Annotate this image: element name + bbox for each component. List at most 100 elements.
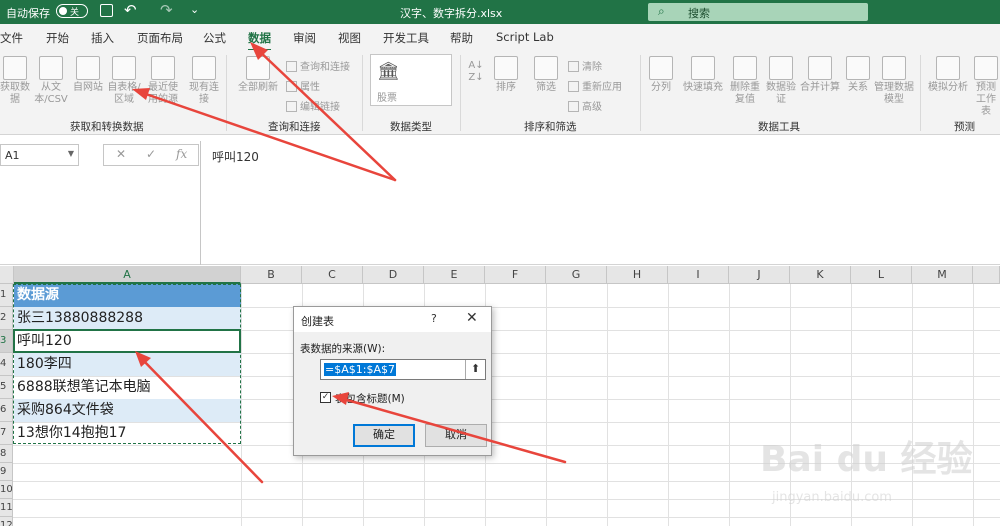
column-header-h[interactable]: H [607,266,668,284]
help-icon[interactable]: ? [431,312,437,325]
tab-file[interactable]: 文件 [0,30,23,46]
tab-page-layout[interactable]: 页面布局 [137,30,183,46]
column-header-i[interactable]: I [668,266,729,284]
column-header-k[interactable]: K [790,266,851,284]
ok-button[interactable]: 确定 [353,424,415,447]
manage-data-model-button[interactable]: 管理数据模型 [874,56,914,106]
remove-duplicates-icon [733,56,757,80]
baidu-watermark: Bai du 经验 jingyan.baidu.com [760,430,990,520]
range-picker-icon[interactable]: ⬆ [465,360,485,379]
consolidate-button[interactable]: 合并计算 [798,56,842,94]
reapply-label: 重新应用 [582,82,622,93]
formula-input[interactable]: 呼叫120 [200,141,1000,265]
get-data-button[interactable]: 获取数据 [0,56,30,106]
from-table-button[interactable]: 自表格/区域 [106,56,142,106]
search-icon: ⌕ [658,4,665,18]
reapply-button[interactable]: 重新应用 [568,78,622,93]
column-header-a[interactable]: A [14,266,241,284]
relationships-icon [846,56,870,80]
undo-icon[interactable]: ↶ [124,1,137,19]
header-checkbox-label[interactable]: 表包含标题(M) [335,391,405,406]
save-icon[interactable] [100,4,113,17]
data-validation-button[interactable]: 数据验证 [764,56,798,106]
get-data-label: 获取数据 [0,82,30,105]
tab-data[interactable]: 数据 [248,30,271,51]
refresh-all-button[interactable]: 全部刷新 [234,56,282,94]
edit-links-button[interactable]: 编辑链接 [286,98,340,113]
name-box[interactable]: A1 ▼ [0,144,79,166]
column-header-b[interactable]: B [241,266,302,284]
customize-qat-icon[interactable]: ⌄ [190,3,199,16]
column-header-g[interactable]: G [546,266,607,284]
watermark-logo: Bai du 经验 [760,439,973,480]
select-all-corner[interactable] [0,266,14,284]
row-header-11[interactable]: 11 [0,499,13,517]
queries-icon [286,61,297,72]
row-header-2[interactable]: 2 [0,307,13,330]
redo-icon[interactable]: ↷ [160,1,173,19]
tab-view[interactable]: 视图 [338,30,361,46]
data-types-gallery[interactable]: 🏛 股票 [370,54,452,106]
from-web-button[interactable]: 自网站 [73,56,103,94]
queries-connections-button[interactable]: 查询和连接 [286,58,350,73]
row-header-10[interactable]: 10 [0,481,13,499]
tab-home[interactable]: 开始 [46,30,69,46]
row-header-3[interactable]: 3 [0,330,13,353]
row-header-12[interactable]: 12 [0,517,13,526]
filter-button[interactable]: 筛选 [530,56,562,94]
group-label-data-types: 数据类型 [390,121,432,133]
column-header-l[interactable]: L [851,266,912,284]
row-header-1[interactable]: 1 [0,284,13,307]
properties-button[interactable]: 属性 [286,78,320,93]
toggle-knob [59,7,67,15]
text-to-columns-button[interactable]: 分列 [646,56,676,94]
enter-icon[interactable]: ✓ [146,147,156,161]
recent-sources-button[interactable]: 最近使用的源 [144,56,182,106]
column-header-j[interactable]: J [729,266,790,284]
column-header-c[interactable]: C [302,266,363,284]
existing-connections-button[interactable]: 现有连接 [188,56,220,106]
group-label-get-data: 获取和转换数据 [70,121,144,133]
row-header-8[interactable]: 8 [0,445,13,463]
row-header-5[interactable]: 5 [0,376,13,399]
text-to-columns-label: 分列 [651,82,671,93]
column-header-d[interactable]: D [363,266,424,284]
row-header-4[interactable]: 4 [0,353,13,376]
sort-az-icon[interactable]: A↓ Z↓ [468,60,484,84]
clear-filter-button[interactable]: 清除 [568,58,602,73]
tab-script-lab[interactable]: Script Lab [496,30,554,44]
tab-developer[interactable]: 开发工具 [383,30,429,46]
what-if-button[interactable]: 模拟分析 [926,56,970,94]
from-text-csv-button[interactable]: 从文本/CSV [33,56,69,106]
column-header-n[interactable] [973,266,1000,284]
chevron-down-icon[interactable]: ▼ [68,149,74,158]
range-input[interactable]: =$A$1:$A$7 ⬆ [320,359,486,380]
range-value: =$A$1:$A$7 [324,363,396,376]
header-checkbox[interactable]: ✓ [320,392,331,403]
edit-links-label: 编辑链接 [300,102,340,113]
advanced-button[interactable]: 高级 [568,98,602,113]
search-box[interactable]: ⌕ 搜索 [648,3,868,21]
remove-duplicates-button[interactable]: 删除重复值 [728,56,762,106]
flash-fill-button[interactable]: 快速填充 [680,56,726,94]
row-header-9[interactable]: 9 [0,463,13,481]
create-table-dialog: 创建表 ? ✕ 表数据的来源(W): =$A$1:$A$7 ⬆ ✓ 表包含标题(… [293,306,492,456]
formula-tools: ✕ ✓ fx [103,144,199,166]
insert-function-icon[interactable]: fx [176,147,187,161]
tab-insert[interactable]: 插入 [91,30,114,46]
column-header-e[interactable]: E [424,266,485,284]
cancel-icon[interactable]: ✕ [116,147,126,161]
column-header-f[interactable]: F [485,266,546,284]
row-header-7[interactable]: 7 [0,422,13,445]
cancel-button[interactable]: 取消 [425,424,487,447]
sort-button[interactable]: 排序 [490,56,522,94]
autosave-toggle[interactable]: 关 [56,4,88,18]
row-header-6[interactable]: 6 [0,399,13,422]
tab-help[interactable]: 帮助 [450,30,473,46]
tab-review[interactable]: 审阅 [293,30,316,46]
column-header-m[interactable]: M [912,266,973,284]
tab-formulas[interactable]: 公式 [203,30,226,46]
close-icon[interactable]: ✕ [466,310,478,326]
relationships-button[interactable]: 关系 [844,56,872,94]
forecast-sheet-button[interactable]: 预测工作表 [972,56,1000,118]
